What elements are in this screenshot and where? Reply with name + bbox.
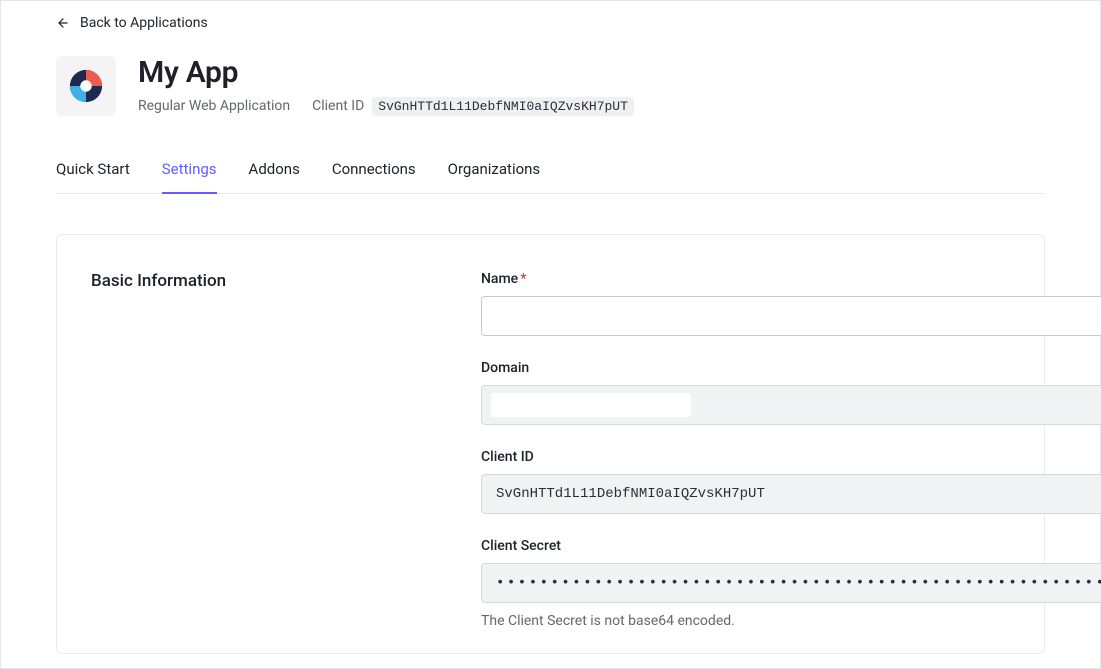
field-client-id: Client ID <box>481 449 1101 514</box>
domain-label: Domain <box>481 360 1101 376</box>
name-input[interactable] <box>481 296 1101 336</box>
arrow-left-icon <box>56 16 70 30</box>
app-type-label: Regular Web Application <box>138 98 290 114</box>
settings-panel: Basic Information Name* Domain <box>56 234 1045 654</box>
tab-organizations[interactable]: Organizations <box>448 160 541 194</box>
tab-settings[interactable]: Settings <box>162 160 217 194</box>
name-label: Name* <box>481 271 1101 287</box>
app-name-heading: My App <box>138 56 634 91</box>
back-link-label: Back to Applications <box>80 15 208 31</box>
required-asterisk: * <box>520 271 526 287</box>
tab-addons[interactable]: Addons <box>249 160 300 194</box>
tab-quick-start[interactable]: Quick Start <box>56 160 130 194</box>
tabs-bar: Quick Start Settings Addons Connections … <box>56 160 1045 194</box>
client-secret-input[interactable]: ••••••••••••••••••••••••••••••••••••••••… <box>481 563 1101 603</box>
field-name: Name* <box>481 271 1101 336</box>
client-id-chip[interactable]: SvGnHTTd1L11DebfNMI0aIQZvsKH7pUT <box>372 97 634 116</box>
client-id-input[interactable] <box>481 474 1101 514</box>
section-title: Basic Information <box>91 271 451 291</box>
client-secret-label: Client Secret <box>481 538 1101 554</box>
app-logo <box>56 56 116 116</box>
client-id-inline: Client ID SvGnHTTd1L11DebfNMI0aIQZvsKH7p… <box>312 97 634 116</box>
client-id-inline-label: Client ID <box>312 98 364 114</box>
app-header: My App Regular Web Application Client ID… <box>56 56 1045 116</box>
back-to-applications-link[interactable]: Back to Applications <box>56 15 208 31</box>
domain-redaction <box>491 393 691 417</box>
tab-connections[interactable]: Connections <box>332 160 416 194</box>
client-secret-help: The Client Secret is not base64 encoded. <box>481 613 1101 629</box>
client-id-label: Client ID <box>481 449 1101 465</box>
field-domain: Domain <box>481 360 1101 425</box>
field-client-secret: Client Secret ••••••••••••••••••••••••••… <box>481 538 1101 629</box>
